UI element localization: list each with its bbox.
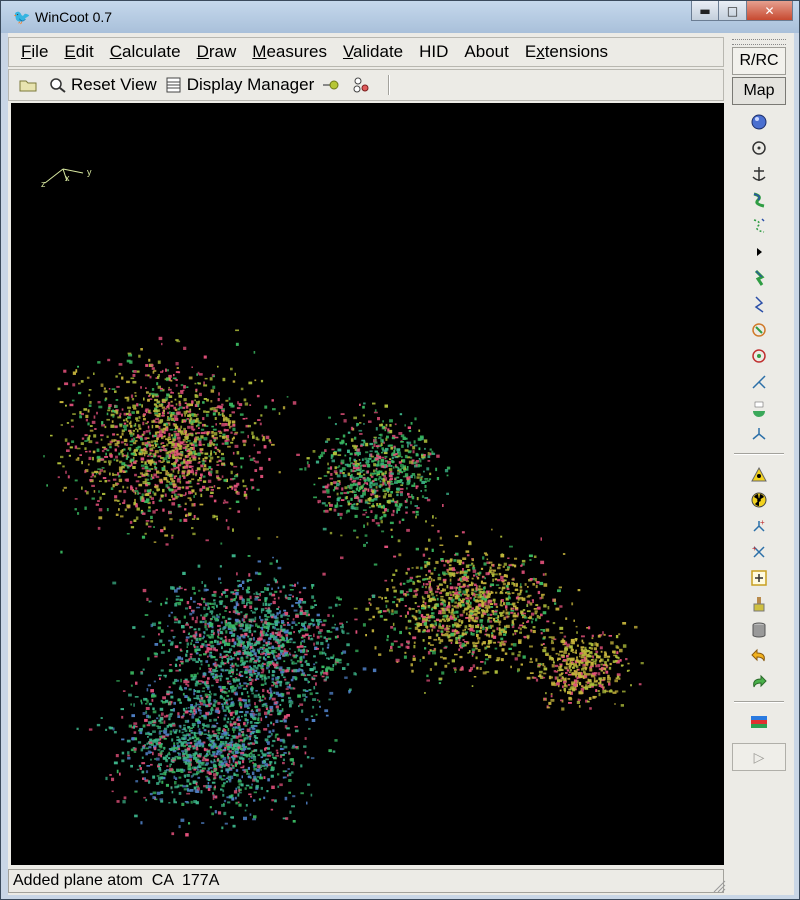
backbone-torsion-button[interactable] xyxy=(728,369,790,395)
atoms-icon xyxy=(353,77,369,93)
rotate-translate-zone-button[interactable] xyxy=(728,135,790,161)
folder-icon xyxy=(19,80,37,92)
menu-hid[interactable]: HID xyxy=(411,42,456,62)
maximize-button[interactable]: □ xyxy=(719,1,747,21)
protein-atom-clouds xyxy=(43,329,644,837)
redo-button[interactable] xyxy=(728,669,790,695)
backbone-torsion-icon xyxy=(752,375,766,389)
side-chain-180-icon xyxy=(753,401,765,417)
menu-edit[interactable]: Edit xyxy=(56,42,101,62)
anchor-icon xyxy=(752,167,766,181)
side-icon-list-2: + + xyxy=(728,461,790,695)
window-title: WinCoot 0.7 xyxy=(35,9,113,25)
display-manager-button[interactable]: Display Manager xyxy=(161,75,319,95)
rotamer-icon xyxy=(752,323,766,337)
axis-y-label: y xyxy=(87,167,92,177)
place-atom-button[interactable] xyxy=(728,565,790,591)
add-terminal-residue-button[interactable]: + xyxy=(728,513,790,539)
mutate-button[interactable]: + xyxy=(728,539,790,565)
radiation-icon xyxy=(751,492,767,508)
side-divider xyxy=(734,453,784,455)
menu-extensions[interactable]: Extensions xyxy=(517,42,616,62)
status-bar: Added plane atom CA 177A xyxy=(8,869,724,893)
menu-file[interactable]: File xyxy=(13,42,56,62)
sidechain-icon xyxy=(754,296,764,313)
expand-arrow-icon xyxy=(757,248,762,256)
real-space-refine-button[interactable] xyxy=(728,187,790,213)
side-toolbar: R/RC Map + + ▷ xyxy=(728,37,790,895)
toolbar-handle[interactable] xyxy=(732,39,786,45)
rigid-body-fit-button[interactable] xyxy=(728,161,790,187)
menu-validate[interactable]: Validate xyxy=(335,42,411,62)
sphere-refine-button[interactable] xyxy=(728,109,790,135)
side-180-button[interactable] xyxy=(728,395,790,421)
undo-icon xyxy=(751,648,765,662)
torsion-button[interactable] xyxy=(728,343,790,369)
sphere-icon xyxy=(751,114,767,130)
rotate-translate-zone-icon xyxy=(752,141,766,155)
redo-icon xyxy=(753,674,767,688)
resize-grip-icon[interactable] xyxy=(712,879,726,893)
delete-button[interactable] xyxy=(728,487,790,513)
play-button[interactable]: ▷ xyxy=(732,743,786,771)
sidechain-button[interactable] xyxy=(728,291,790,317)
toolbar-separator xyxy=(388,75,391,95)
go-to-atom-button[interactable] xyxy=(318,77,348,93)
main-toolbar: Reset View Display Manager xyxy=(8,69,724,101)
menu-draw[interactable]: Draw xyxy=(189,42,245,62)
rotamer-button[interactable] xyxy=(728,317,790,343)
edit-chi-icon xyxy=(752,428,766,440)
undo-button[interactable] xyxy=(728,643,790,669)
axes-indicator: z x y xyxy=(41,167,92,189)
minimize-button[interactable]: ▬ xyxy=(691,1,719,21)
flag-icon xyxy=(751,716,767,728)
magnifier-icon xyxy=(50,78,66,93)
title-bar[interactable]: 🐦 WinCoot 0.7 ▬ □ ✕ xyxy=(1,1,799,33)
coot-app-icon: 🐦 xyxy=(13,9,31,25)
axis-z-label: z xyxy=(41,179,46,189)
bin-icon xyxy=(752,622,766,638)
add-terminal-residue-icon: + xyxy=(753,518,765,532)
axis-x-label: x xyxy=(65,173,70,183)
open-file-button[interactable] xyxy=(15,77,45,93)
flag-button[interactable] xyxy=(728,709,790,735)
reset-view-label: Reset View xyxy=(71,75,157,94)
window-controls: ▬ □ ✕ xyxy=(691,1,793,21)
menu-calculate[interactable]: Calculate xyxy=(102,42,189,62)
expand-button[interactable] xyxy=(728,239,790,265)
brush-icon xyxy=(753,597,765,612)
client-area: File Edit Calculate Draw Measures Valida… xyxy=(8,33,794,895)
pepflip-icon xyxy=(754,269,765,286)
go-to-atom-icon xyxy=(323,80,339,90)
measure-distance-button[interactable] xyxy=(348,77,378,93)
list-icon xyxy=(166,77,181,93)
menu-measures[interactable]: Measures xyxy=(244,42,335,62)
torsion-icon xyxy=(752,349,766,363)
molecule-view: z x y xyxy=(41,167,644,837)
regularize-zone-button[interactable] xyxy=(728,213,790,239)
add-atom-icon xyxy=(751,466,767,482)
pepflip-button[interactable] xyxy=(728,265,790,291)
map-button[interactable]: Map xyxy=(732,77,786,105)
application-window: 🐦 WinCoot 0.7 ▬ □ ✕ File Edit Calculate … xyxy=(0,0,800,900)
edit-chi-button[interactable] xyxy=(728,421,790,447)
clear-pending-button[interactable] xyxy=(728,591,790,617)
mutate-icon: + xyxy=(752,544,765,558)
place-atom-icon xyxy=(751,570,767,586)
close-button[interactable]: ✕ xyxy=(747,1,793,21)
bin-button[interactable] xyxy=(728,617,790,643)
reset-view-button[interactable]: Reset View xyxy=(45,75,161,95)
molecule-graphics-canvas[interactable]: z x y xyxy=(11,103,724,865)
rrc-button[interactable]: R/RC xyxy=(732,47,786,75)
display-manager-label: Display Manager xyxy=(186,75,315,94)
regularize-icon xyxy=(753,218,765,233)
refine-icon xyxy=(753,192,765,208)
menu-about[interactable]: About xyxy=(456,42,516,62)
side-icon-list xyxy=(728,109,790,447)
side-divider-2 xyxy=(734,701,784,703)
add-atom-button[interactable] xyxy=(728,461,790,487)
menu-bar: File Edit Calculate Draw Measures Valida… xyxy=(8,37,724,67)
